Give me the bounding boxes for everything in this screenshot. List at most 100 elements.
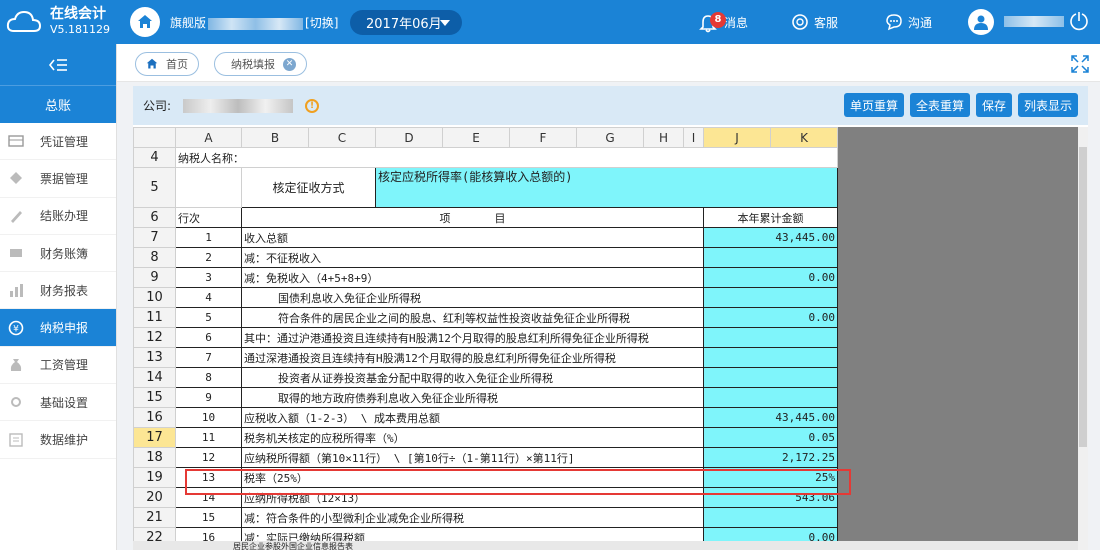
column-header[interactable]: K [770, 127, 838, 148]
sidebar-item[interactable]: ¥ 纳税申报 [0, 309, 116, 347]
amount-cell[interactable]: 43,445.00 [703, 227, 838, 248]
tab-tax-filing[interactable]: 纳税填报 ✕ [214, 52, 307, 76]
app-logo[interactable]: 在线会计 V5.181129 [0, 0, 117, 44]
sidebar-item[interactable]: 凭证管理 [0, 123, 116, 161]
col-header-line-no[interactable]: 行次 [175, 207, 242, 228]
line-number-cell[interactable]: 8 [175, 367, 242, 388]
line-number-cell[interactable]: 5 [175, 307, 242, 328]
sheet-tab[interactable]: 居民企业参股外国企业信息报告表 [233, 542, 353, 550]
column-header[interactable]: G [576, 127, 644, 148]
item-cell[interactable]: 其中：通过沪港通投资且连续持有H股满12个月取得的股息红利所得免征企业所得税 [241, 327, 704, 348]
item-cell[interactable]: 应税收入额（1-2-3） \ 成本费用总额 [241, 407, 704, 428]
tab-home[interactable]: 首页 [135, 52, 199, 76]
row-header[interactable]: 7 [133, 227, 176, 248]
row-header[interactable]: 12 [133, 327, 176, 348]
save-button[interactable]: 保存 [975, 93, 1012, 117]
item-cell[interactable]: 符合条件的居民企业之间的股息、红利等权益性投资收益免征企业所得税 [241, 307, 704, 328]
item-cell[interactable]: 应纳税所得额（第10×11行） \ [第10行÷（1-第11行）×第11行] [241, 447, 704, 468]
list-view-button[interactable]: 列表显示 [1017, 93, 1078, 117]
line-number-cell[interactable]: 15 [175, 507, 242, 528]
col-header-amount[interactable]: 本年累计金额 [703, 207, 838, 228]
row-header[interactable]: 8 [133, 247, 176, 268]
amount-cell[interactable]: 43,445.00 [703, 407, 838, 428]
amount-cell[interactable]: 0.00 [703, 307, 838, 328]
amount-cell[interactable]: 0.05 [703, 427, 838, 448]
row-header[interactable]: 6 [133, 207, 176, 228]
amount-cell[interactable] [703, 367, 838, 388]
method-value-cell[interactable]: 核定应税所得率(能核算收入总额的) [375, 167, 838, 208]
method-label-cell[interactable]: 核定征收方式 [241, 167, 376, 208]
sidebar-item[interactable]: 财务账簿 [0, 235, 116, 273]
home-button[interactable] [130, 7, 160, 37]
row-header[interactable]: 5 [133, 167, 176, 208]
chat-button[interactable]: 沟通 [884, 0, 932, 44]
column-header[interactable]: J [703, 127, 771, 148]
amount-cell[interactable] [703, 327, 838, 348]
amount-cell[interactable] [703, 247, 838, 268]
column-header[interactable]: H [643, 127, 684, 148]
item-cell[interactable]: 减：不征税收入 [241, 247, 704, 268]
amount-cell[interactable] [703, 347, 838, 368]
vertical-scrollbar[interactable] [1078, 127, 1088, 550]
item-cell[interactable]: 减：免税收入（4+5+8+9） [241, 267, 704, 288]
row-header[interactable]: 17 [133, 427, 176, 448]
sidebar-collapse-button[interactable] [0, 44, 116, 86]
row-header[interactable]: 19 [133, 467, 176, 488]
taxpayer-name-label[interactable]: 纳税人名称： [175, 147, 838, 168]
sidebar-section-title[interactable]: 总账 [0, 86, 116, 123]
sheet-tab-bar[interactable]: 居民企业参股外国企业信息报告表 [133, 541, 1078, 550]
spreadsheet[interactable]: A B C D E F G H I J K 4 纳税人名称： 5 核定征收方式 核定应税所得率(能核算收入总额… [133, 127, 1078, 550]
row-header[interactable]: 21 [133, 507, 176, 528]
warning-icon[interactable]: ! [305, 98, 320, 113]
item-cell[interactable]: 通过深港通投资且连续持有H股满12个月取得的股息红利所得免征企业所得税 [241, 347, 704, 368]
recalc-page-button[interactable]: 单页重算 [843, 93, 904, 117]
line-number-cell[interactable]: 10 [175, 407, 242, 428]
fullscreen-button[interactable] [1070, 54, 1090, 77]
item-cell[interactable]: 投资者从证券投资基金分配中取得的收入免征企业所得税 [241, 367, 704, 388]
item-cell[interactable]: 减：符合条件的小型微利企业减免企业所得税 [241, 507, 704, 528]
item-cell[interactable]: 税务机关核定的应税所得率（%） [241, 427, 704, 448]
line-number-cell[interactable]: 2 [175, 247, 242, 268]
col-header-item[interactable]: 项 目 [241, 207, 704, 228]
item-cell[interactable]: 取得的地方政府债券利息收入免征企业所得税 [241, 387, 704, 408]
column-header[interactable]: B [241, 127, 309, 148]
scrollbar-thumb[interactable] [1079, 147, 1087, 447]
amount-cell[interactable] [703, 387, 838, 408]
sidebar-item[interactable]: 结账办理 [0, 198, 116, 235]
row-header[interactable]: 14 [133, 367, 176, 388]
amount-cell[interactable] [703, 507, 838, 528]
line-number-cell[interactable]: 12 [175, 447, 242, 468]
period-select[interactable]: 2017年06月 [350, 10, 462, 35]
item-cell[interactable]: 收入总额 [241, 227, 704, 248]
line-number-cell[interactable]: 11 [175, 427, 242, 448]
amount-cell[interactable]: 0.00 [703, 267, 838, 288]
user-avatar[interactable] [968, 9, 994, 35]
column-header[interactable]: A [175, 127, 242, 148]
recalc-all-button[interactable]: 全表重算 [909, 93, 970, 117]
line-number-cell[interactable]: 7 [175, 347, 242, 368]
row-header[interactable]: 13 [133, 347, 176, 368]
column-header[interactable]: C [308, 127, 376, 148]
logout-button[interactable] [1068, 10, 1090, 35]
messages-button[interactable]: 8 消息 [698, 0, 748, 44]
row-header[interactable]: 11 [133, 307, 176, 328]
row-header[interactable]: 16 [133, 407, 176, 428]
close-icon[interactable]: ✕ [283, 57, 296, 71]
sidebar-item[interactable]: 财务报表 [0, 272, 116, 310]
item-cell[interactable]: 国债利息收入免征企业所得税 [241, 287, 704, 308]
amount-cell[interactable] [703, 287, 838, 308]
sidebar-item[interactable]: 工资管理 [0, 347, 116, 385]
column-header[interactable]: E [442, 127, 510, 148]
row-header[interactable]: 20 [133, 487, 176, 508]
column-header[interactable]: D [375, 127, 443, 148]
line-number-cell[interactable]: 6 [175, 327, 242, 348]
line-number-cell[interactable]: 9 [175, 387, 242, 408]
column-header[interactable]: I [683, 127, 704, 148]
sidebar-item[interactable]: 基础设置 [0, 384, 116, 422]
column-header[interactable]: F [509, 127, 577, 148]
switch-link[interactable]: [切换] [305, 16, 338, 30]
sidebar-item[interactable]: 票据管理 [0, 160, 116, 198]
row-header[interactable]: 18 [133, 447, 176, 468]
cell[interactable] [175, 167, 242, 208]
service-button[interactable]: 客服 [790, 0, 838, 44]
